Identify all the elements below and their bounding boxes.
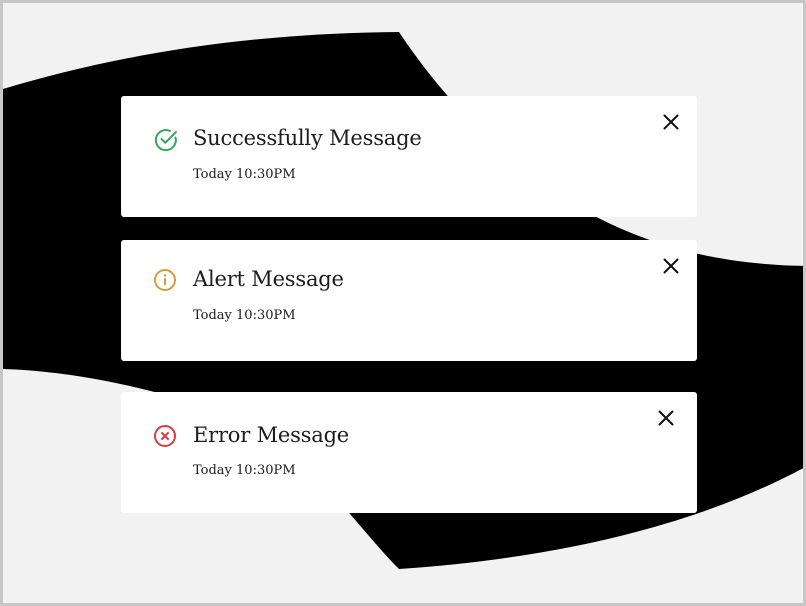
notification-time: Today 10:30PM bbox=[193, 463, 296, 478]
close-button[interactable] bbox=[654, 406, 678, 430]
info-circle-icon bbox=[153, 267, 179, 293]
canvas: Successfully Message Today 10:30PM Alert… bbox=[0, 0, 806, 606]
notification-title: Alert Message bbox=[193, 267, 344, 291]
x-circle-icon bbox=[153, 423, 179, 449]
close-icon bbox=[658, 410, 674, 426]
close-button[interactable] bbox=[659, 254, 683, 278]
notification-time: Today 10:30PM bbox=[193, 308, 296, 323]
check-circle-icon bbox=[153, 127, 179, 153]
notification-title: Successfully Message bbox=[193, 126, 422, 150]
close-icon bbox=[663, 258, 679, 274]
notification-alert: Alert Message Today 10:30PM bbox=[121, 240, 697, 361]
notification-success: Successfully Message Today 10:30PM bbox=[121, 96, 697, 217]
close-button[interactable] bbox=[659, 110, 683, 134]
notification-title: Error Message bbox=[193, 423, 350, 447]
close-icon bbox=[663, 114, 679, 130]
notification-time: Today 10:30PM bbox=[193, 167, 296, 182]
notification-error: Error Message Today 10:30PM bbox=[121, 392, 697, 513]
